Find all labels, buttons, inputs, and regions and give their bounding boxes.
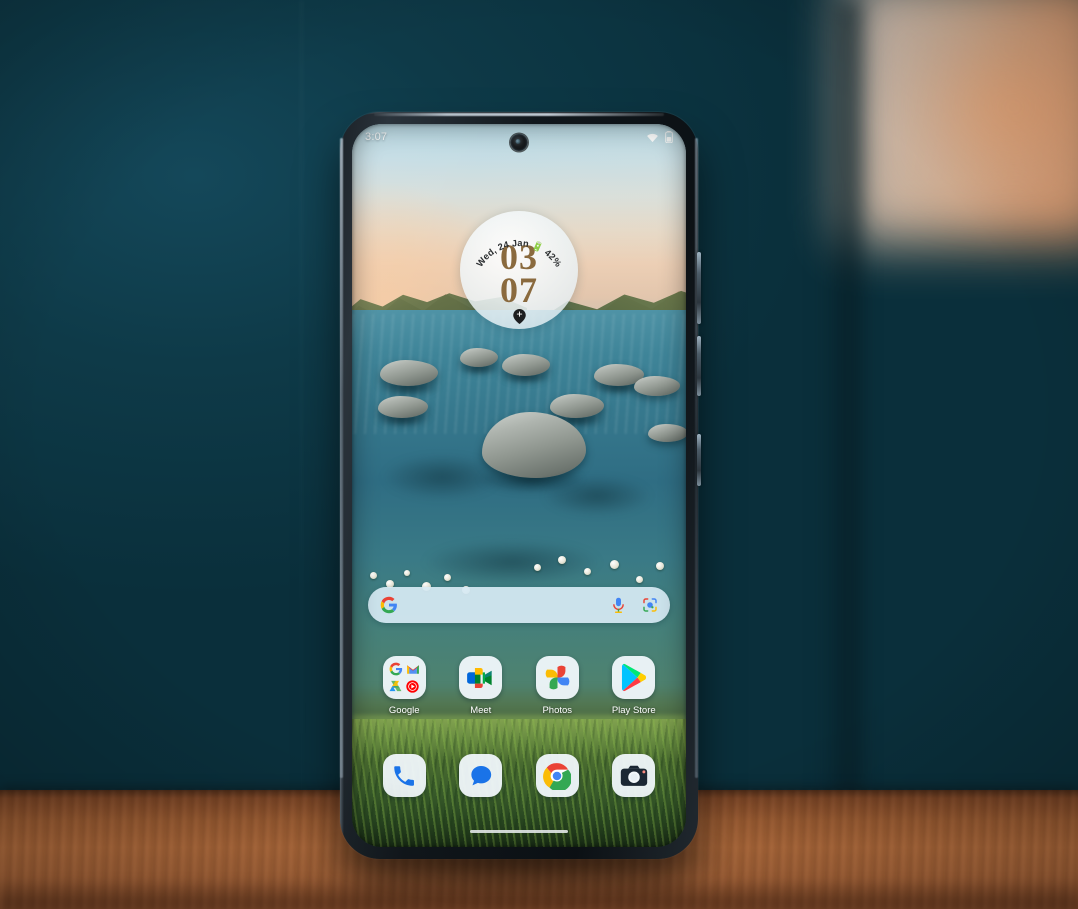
google-folder-icon[interactable] (382, 656, 426, 699)
wallpaper-clover (534, 564, 541, 571)
app-label: Play Store (611, 705, 656, 716)
front-camera-punch-hole (510, 134, 528, 151)
wallpaper-clover (404, 570, 410, 576)
status-bar-clock: 3:07 (365, 131, 388, 143)
smartphone[interactable]: 3:07 Wed, 24 Jan 🔋 42% 03 07 Google Meet… (340, 112, 701, 859)
battery-icon (665, 131, 673, 143)
wallpaper-clover (370, 572, 377, 579)
google-play-store-icon[interactable] (612, 656, 656, 699)
app-meet[interactable]: Meet (451, 656, 511, 716)
app-google-folder[interactable]: Google (374, 656, 434, 716)
dock-app-phone[interactable] (374, 754, 434, 797)
phone-left-edge (340, 138, 343, 778)
status-bar-icons (646, 131, 673, 143)
wallpaper-clover (610, 560, 619, 569)
wifi-icon (647, 133, 658, 142)
wallpaper-clover (636, 576, 643, 583)
wall-shadow (820, 0, 860, 800)
app-play-store[interactable]: Play Store (604, 656, 664, 716)
app-label: Photos (542, 705, 573, 716)
clock-widget-date-battery: Wed, 24 Jan 🔋 42% (475, 238, 564, 269)
power-button[interactable] (697, 336, 701, 396)
google-drive-icon (389, 680, 402, 692)
wallpaper-clover (444, 574, 451, 581)
dock-app-messages[interactable] (451, 754, 511, 797)
warm-bokeh-glow (900, 30, 1078, 200)
clock-widget[interactable]: Wed, 24 Jan 🔋 42% 03 07 (460, 211, 578, 329)
scene: 3:07 Wed, 24 Jan 🔋 42% 03 07 Google Meet… (0, 0, 1078, 909)
app-photos[interactable]: Photos (527, 656, 587, 716)
google-meet-icon[interactable] (459, 656, 503, 699)
app-label: Google (388, 705, 420, 716)
wallpaper-rock (648, 424, 686, 442)
assistant-button[interactable] (697, 434, 701, 486)
microphone-icon[interactable] (611, 597, 626, 614)
dock-app-camera[interactable] (604, 754, 664, 797)
google-search-bar[interactable] (368, 587, 670, 623)
youtube-music-icon (406, 679, 419, 693)
app-grid: Google Meet Photos Play Store (352, 656, 686, 716)
camera-icon[interactable] (612, 754, 656, 797)
chrome-icon[interactable] (535, 754, 579, 797)
wallpaper-clover (656, 562, 664, 570)
dock (352, 754, 686, 797)
dock-app-chrome[interactable] (527, 754, 587, 797)
wallpaper-clover (584, 568, 591, 575)
gmail-icon (406, 664, 419, 674)
google-lens-icon[interactable] (642, 597, 658, 613)
phone-top-edge (374, 113, 664, 116)
clock-widget-arc: Wed, 24 Jan 🔋 42% (475, 238, 564, 269)
phone-dialer-icon[interactable] (382, 754, 426, 797)
messages-icon[interactable] (459, 754, 503, 797)
volume-rocker-button[interactable] (697, 252, 701, 324)
wall-seam (300, 0, 303, 800)
google-g-icon (380, 596, 397, 614)
google-photos-icon[interactable] (535, 656, 579, 699)
phone-screen[interactable]: 3:07 Wed, 24 Jan 🔋 42% 03 07 Google Meet… (352, 124, 686, 847)
wallpaper-clover (558, 556, 566, 564)
home-gesture-pill[interactable] (470, 829, 568, 833)
google-search-icon (389, 662, 402, 676)
app-label: Meet (470, 705, 492, 716)
